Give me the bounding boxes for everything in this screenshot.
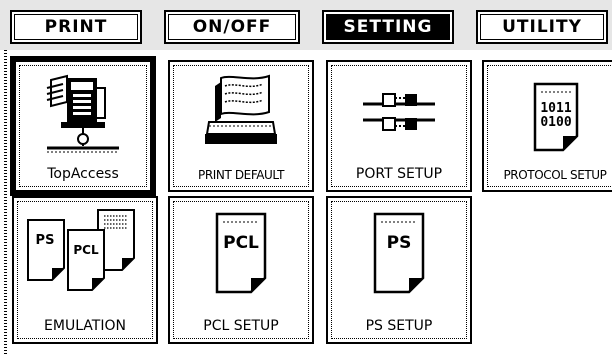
binary-line-1: 1011 — [540, 101, 571, 116]
ps-document-icon: PS — [373, 212, 425, 294]
emulation-button[interactable]: PS PCL EMULATION — [12, 196, 158, 344]
pcl-document-icon: PCL — [215, 212, 267, 294]
tab-setting[interactable]: SETTING — [322, 10, 454, 44]
tab-on-off-label: ON/OFF — [192, 17, 272, 37]
tab-utility[interactable]: UTILITY — [476, 10, 608, 44]
print-default-button[interactable]: PRINT DEFAULT — [168, 60, 314, 192]
paper-tray-icon — [205, 74, 277, 144]
printer-network-icon — [46, 74, 119, 153]
protocol-setup-button[interactable]: 1011 0100 PROTOCOL SETUP — [482, 60, 612, 192]
tab-setting-label: SETTING — [343, 17, 433, 37]
pcl-setup-button[interactable]: PCL PCL SETUP — [168, 196, 314, 344]
stacked-documents-icon: PS PCL — [27, 209, 135, 291]
emulation-label: EMULATION — [44, 318, 126, 334]
topaccess-label: TopAccess — [47, 166, 119, 182]
ps-text: PS — [387, 233, 412, 253]
print-default-label: PRINT DEFAULT — [197, 168, 284, 182]
pcl-setup-label: PCL SETUP — [203, 318, 279, 334]
port-connectors-icon — [363, 93, 435, 131]
ps-setup-label: PS SETUP — [365, 318, 433, 334]
tab-utility-label: UTILITY — [502, 17, 582, 37]
ps-setup-button[interactable]: PS PS SETUP — [326, 196, 472, 344]
protocol-setup-label: PROTOCOL SETUP — [503, 168, 607, 182]
tab-print-label: PRINT — [44, 17, 108, 37]
left-rule — [4, 50, 7, 354]
emulation-pcl-text: PCL — [73, 243, 99, 257]
binary-document-icon: 1011 0100 — [533, 82, 579, 152]
binary-line-2: 0100 — [540, 115, 571, 130]
tab-on-off[interactable]: ON/OFF — [164, 10, 300, 44]
port-setup-button[interactable]: PORT SETUP — [326, 60, 472, 192]
emulation-ps-text: PS — [36, 233, 55, 248]
tab-print[interactable]: PRINT — [10, 10, 142, 44]
topaccess-button[interactable]: TopAccess — [10, 56, 156, 196]
pcl-text: PCL — [223, 233, 259, 253]
port-setup-label: PORT SETUP — [355, 166, 443, 182]
